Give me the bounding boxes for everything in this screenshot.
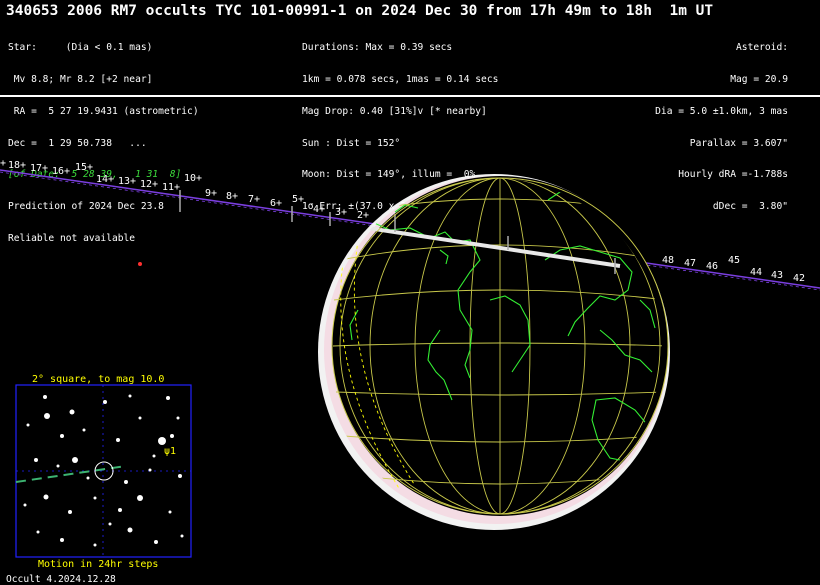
occultation-map: [0, 169, 820, 558]
path-tick-label: 13+: [118, 176, 137, 187]
path-tick-label: 45: [728, 255, 741, 266]
path-tick-label: 5+: [292, 194, 305, 205]
inset-caption-top: 2° square, to mag 10.0: [32, 374, 165, 385]
path-tick-label: 14+: [96, 174, 115, 185]
footer-version: Occult 4.2024.12.28: [6, 574, 116, 585]
path-tick-label: 17+: [30, 163, 49, 174]
path-tick-label: 43: [771, 270, 784, 281]
path-tick-label: 47: [684, 258, 697, 269]
path-tick-label: 6+: [270, 198, 283, 209]
path-tick-label: 46: [706, 261, 719, 272]
path-tick-label: 42: [793, 273, 806, 284]
path-tick-label: 2+: [357, 210, 370, 221]
path-tick-label: 18+: [8, 160, 27, 171]
path-tick-label: 10+: [184, 173, 203, 184]
star-chart-inset: [15, 384, 192, 558]
path-tick-label: 8+: [226, 191, 239, 202]
inset-caption-bottom: Motion in 24hr steps: [38, 559, 159, 570]
inset-star-label: ψ1: [164, 446, 177, 457]
path-tick-label: 7+: [248, 194, 261, 205]
path-tick-label: +: [0, 158, 7, 169]
path-tick-label: 15+: [75, 162, 94, 173]
path-tick-label: 44: [750, 267, 763, 278]
path-tick-label: 16+: [52, 166, 71, 177]
marker-dot: [138, 262, 142, 266]
path-tick-label: 12+: [140, 179, 159, 190]
path-tick-label: 4+: [313, 204, 326, 215]
path-tick-label: 9+: [205, 188, 218, 199]
path-tick-label: 3+: [335, 207, 348, 218]
path-tick-label: 11+: [162, 182, 181, 193]
path-tick-label: 48: [662, 255, 675, 266]
